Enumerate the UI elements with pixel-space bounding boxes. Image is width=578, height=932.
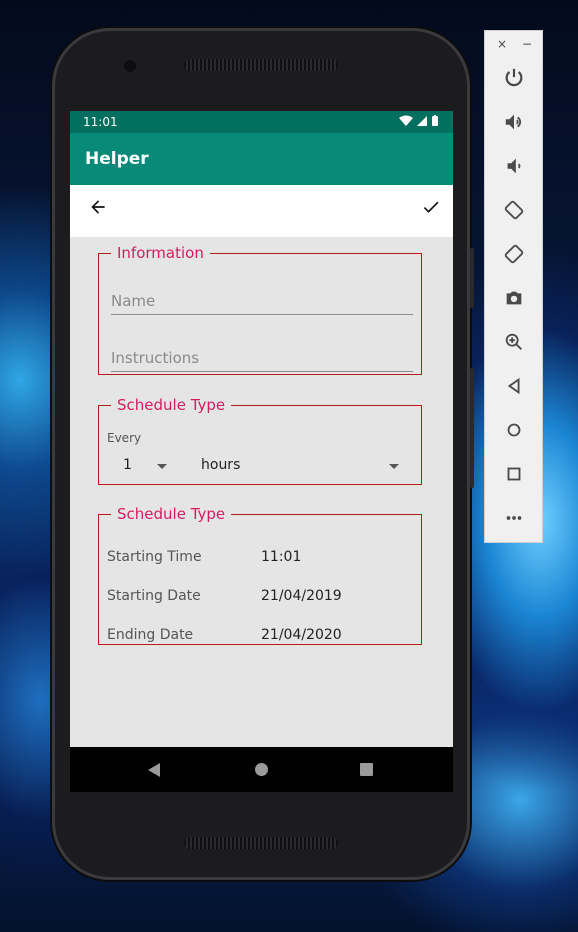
nav-home-icon[interactable]: [255, 763, 268, 776]
minimize-icon[interactable]: −: [522, 37, 532, 51]
camera-icon[interactable]: [499, 283, 529, 313]
status-bar: 11:01: [70, 111, 453, 133]
schedule-every-section: Schedule Type Every 1 hours: [98, 396, 422, 485]
chevron-down-icon: [157, 464, 167, 469]
starting-date-value[interactable]: 21/04/2019: [261, 588, 342, 604]
close-icon[interactable]: ×: [497, 37, 507, 51]
schedule-dates-legend: Schedule Type: [117, 505, 226, 523]
every-label: Every: [107, 431, 142, 445]
more-icon[interactable]: [499, 503, 529, 533]
nav-recents-icon[interactable]: [360, 763, 373, 776]
top-speaker-grille: [184, 59, 338, 71]
app-title: Helper: [85, 149, 149, 169]
arrow-left-icon[interactable]: [86, 197, 110, 223]
back-icon[interactable]: [499, 371, 529, 401]
starting-date-label: Starting Date: [107, 588, 201, 604]
zoom-icon[interactable]: [499, 327, 529, 357]
information-section: Information Name Instructions: [98, 244, 422, 375]
chevron-down-icon: [389, 464, 399, 469]
home-icon[interactable]: [499, 415, 529, 445]
unit-value: hours: [201, 457, 241, 473]
emulator-panel-titlebar: × −: [485, 31, 544, 57]
front-camera: [124, 60, 136, 72]
name-input[interactable]: Name: [111, 292, 413, 315]
starting-time-label: Starting Time: [107, 549, 202, 565]
instructions-input[interactable]: Instructions: [111, 349, 413, 372]
status-icons: [399, 115, 441, 130]
status-time: 11:01: [83, 115, 118, 129]
rotate-left-icon[interactable]: [499, 195, 529, 225]
information-legend: Information: [117, 244, 204, 262]
volume-side-button: [470, 368, 474, 488]
nav-back-icon[interactable]: [148, 763, 160, 777]
volume-down-icon[interactable]: [499, 151, 529, 181]
rotate-right-icon[interactable]: [499, 239, 529, 269]
ending-date-label: Ending Date: [107, 627, 194, 643]
starting-time-value[interactable]: 11:01: [261, 549, 301, 565]
interval-spinner[interactable]: 1: [119, 454, 179, 476]
emulator-side-panel: × −: [484, 30, 543, 543]
interval-value: 1: [123, 457, 132, 473]
check-icon[interactable]: [419, 197, 443, 223]
app-bar: Helper: [70, 133, 453, 185]
volume-up-icon[interactable]: [499, 107, 529, 137]
wifi-signal-battery-icon: [399, 115, 438, 126]
unit-spinner[interactable]: hours: [197, 454, 405, 476]
power-side-button: [470, 248, 474, 308]
ending-date-value[interactable]: 21/04/2020: [261, 627, 342, 643]
schedule-every-legend: Schedule Type: [117, 396, 226, 414]
phone-screen: 11:01 Helper Information Name Instructio…: [70, 111, 453, 792]
system-nav-bar: [70, 747, 453, 792]
schedule-dates-section: Schedule Type Starting Time 11:01 Starti…: [98, 505, 422, 645]
overview-icon[interactable]: [499, 459, 529, 489]
power-icon[interactable]: [499, 63, 529, 93]
bottom-speaker-grille: [184, 837, 338, 849]
action-toolbar: [70, 185, 453, 237]
